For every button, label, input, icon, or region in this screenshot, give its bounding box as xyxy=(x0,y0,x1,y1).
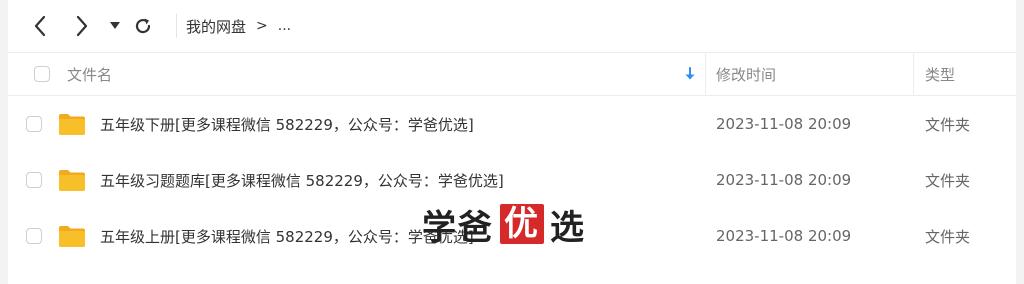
file-modified-time: 2023-11-08 20:09 xyxy=(716,171,852,189)
file-row[interactable]: 五年级下册[更多课程微信 582229，公众号：学爸优选] 2023-11-08… xyxy=(8,96,1016,152)
breadcrumb-separator: > xyxy=(256,18,268,34)
file-modified-time: 2023-11-08 20:09 xyxy=(716,115,852,133)
file-list-header: 文件名 修改时间 类型 xyxy=(8,52,1016,96)
breadcrumb-more[interactable]: ... xyxy=(278,18,291,34)
column-divider[interactable] xyxy=(913,53,914,95)
history-dropdown-icon[interactable] xyxy=(108,14,122,38)
breadcrumb: 我的网盘 > ... xyxy=(186,14,291,38)
column-header-type[interactable]: 类型 xyxy=(925,53,955,95)
file-type: 文件夹 xyxy=(925,115,971,134)
file-type: 文件夹 xyxy=(925,227,971,246)
window-left-edge xyxy=(0,0,8,284)
column-divider[interactable] xyxy=(705,53,706,95)
file-name[interactable]: 五年级下册[更多课程微信 582229，公众号：学爸优选] xyxy=(100,96,474,152)
row-checkbox[interactable] xyxy=(26,172,42,188)
column-header-name[interactable]: 文件名 xyxy=(67,53,112,95)
file-type: 文件夹 xyxy=(925,171,971,190)
watermark-text: 学爸 xyxy=(422,207,494,248)
row-checkbox[interactable] xyxy=(26,228,42,244)
folder-icon xyxy=(58,168,86,192)
toolbar: 我的网盘 > ... xyxy=(8,0,1016,52)
column-header-modified[interactable]: 修改时间 xyxy=(716,53,776,95)
breadcrumb-root[interactable]: 我的网盘 xyxy=(186,16,246,37)
refresh-icon[interactable] xyxy=(132,14,154,38)
file-name[interactable]: 五年级上册[更多课程微信 582229，公众号：学爸优选] xyxy=(100,208,474,264)
select-all-checkbox[interactable] xyxy=(34,66,50,82)
sort-descending-icon[interactable] xyxy=(682,65,698,83)
folder-icon xyxy=(58,224,86,248)
file-modified-time: 2023-11-08 20:09 xyxy=(716,227,852,245)
window-right-edge xyxy=(1016,0,1024,284)
folder-icon xyxy=(58,112,86,136)
watermark-text: 选 xyxy=(550,207,586,248)
watermark: 学爸 优 选 xyxy=(422,200,586,248)
back-arrow-icon[interactable] xyxy=(30,14,50,38)
watermark-badge: 优 xyxy=(500,204,544,244)
forward-arrow-icon[interactable] xyxy=(72,14,92,38)
row-checkbox[interactable] xyxy=(26,116,42,132)
toolbar-divider xyxy=(176,14,177,38)
